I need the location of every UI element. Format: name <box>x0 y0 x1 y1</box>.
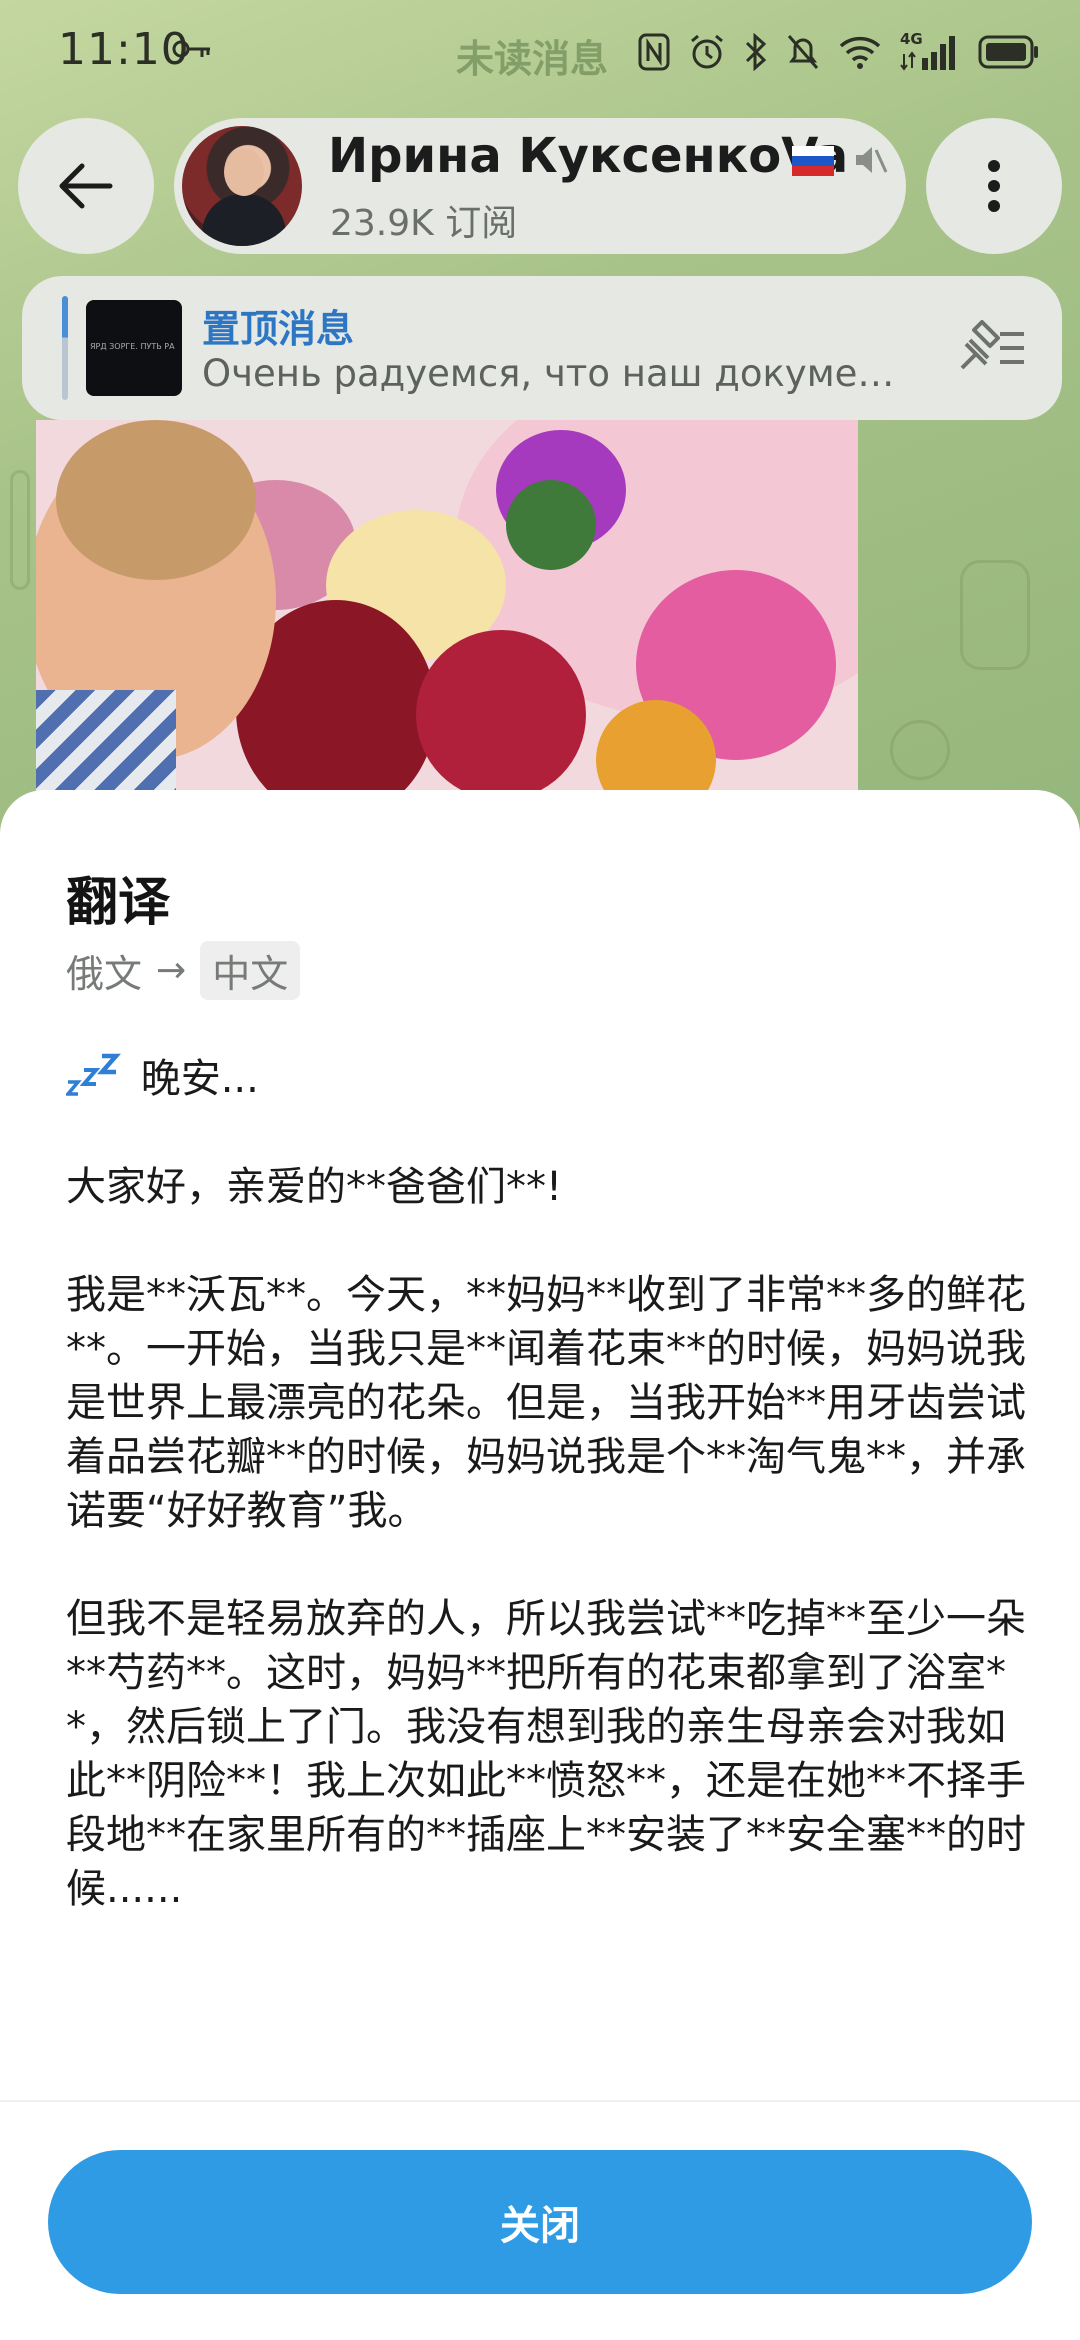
subscriber-count: 23.9K 订阅 <box>330 203 518 244</box>
pinned-message-bar[interactable]: ЯРД ЗОРГЕ. ПУТЬ РА 置顶消息 Очень радуемся, … <box>22 276 1062 420</box>
bluetooth-icon <box>745 33 767 71</box>
translation-sheet: 翻译 俄文 → 中文 晚安... 大家好，亲爱的**爸爸们**! 我是**沃瓦*… <box>0 790 1080 2340</box>
translation-paragraph: 晚安... <box>66 1052 1026 1106</box>
arrow-right-icon: → <box>156 949 187 991</box>
russia-flag-icon <box>792 146 834 176</box>
language-selector: 俄文 → 中文 <box>66 940 301 1000</box>
alarm-icon <box>691 34 723 69</box>
speaker-muted-icon <box>856 147 888 173</box>
avatar[interactable] <box>182 126 302 246</box>
arrow-left-icon <box>59 163 113 209</box>
pinned-thumbnail: ЯРД ЗОРГЕ. ПУТЬ РА <box>86 300 182 396</box>
background-doodle <box>960 560 1030 670</box>
signal-icon <box>900 36 955 71</box>
photo-message[interactable] <box>36 420 858 840</box>
status-bar: 11:10 未读消息 4G <box>0 0 1080 100</box>
source-language: 俄文 <box>66 951 143 996</box>
translated-text: 晚安... 大家好，亲爱的**爸爸们**! 我是**沃瓦**。今天，**妈妈**… <box>66 1052 1026 1970</box>
pin-list-icon[interactable] <box>952 318 1028 378</box>
key-icon <box>172 40 210 58</box>
photo-region <box>506 480 596 570</box>
translation-paragraph-text: 晚安... <box>140 1056 259 1102</box>
mute-bell-icon <box>787 35 819 69</box>
translation-paragraph: 但我不是轻易放弃的人，所以我尝试**吃掉**至少一朵**芍药**。这时，妈妈**… <box>66 1596 1026 1912</box>
translation-paragraph: 我是**沃瓦**。今天，**妈妈**收到了非常**多的鲜花**。一开始，当我只是… <box>66 1272 1026 1534</box>
more-options-button[interactable] <box>926 118 1062 254</box>
unread-messages-label[interactable]: 未读消息 <box>456 28 608 83</box>
wifi-icon <box>839 36 881 69</box>
sleeping-zzz-icon <box>66 1053 121 1096</box>
sheet-title: 翻译 <box>66 873 171 933</box>
photo-region <box>416 630 586 800</box>
close-button[interactable]: 关闭 <box>48 2150 1032 2294</box>
battery-icon <box>978 35 1038 69</box>
photo-region <box>56 420 256 580</box>
background-doodle <box>890 720 950 780</box>
translation-paragraph: 大家好，亲爱的**爸爸们**! <box>66 1164 563 1210</box>
pinned-thumbnail-caption: ЯРД ЗОРГЕ. ПУТЬ РА <box>90 342 175 351</box>
back-button[interactable] <box>18 118 154 254</box>
pinned-title: 置顶消息 <box>202 307 355 351</box>
status-icons: 4G <box>638 30 1040 74</box>
divider <box>0 2100 1080 2102</box>
status-time: 11:10 <box>58 24 190 75</box>
nfc-icon <box>638 33 670 71</box>
more-vertical-icon <box>988 160 1000 212</box>
background-doodle <box>10 470 30 590</box>
pinned-indicator <box>62 296 68 400</box>
avatar-face <box>224 148 264 196</box>
channel-header[interactable]: Ирина КуксенкоVa 23.9K 订阅 <box>174 118 906 254</box>
avatar-figure <box>202 194 286 246</box>
channel-name: Ирина КуксенкоVa <box>328 128 849 184</box>
cellular-signal: 4G <box>900 30 960 72</box>
pinned-preview: Очень радуемся, что наш докуме… <box>202 352 895 395</box>
target-language[interactable]: 中文 <box>200 940 301 1000</box>
